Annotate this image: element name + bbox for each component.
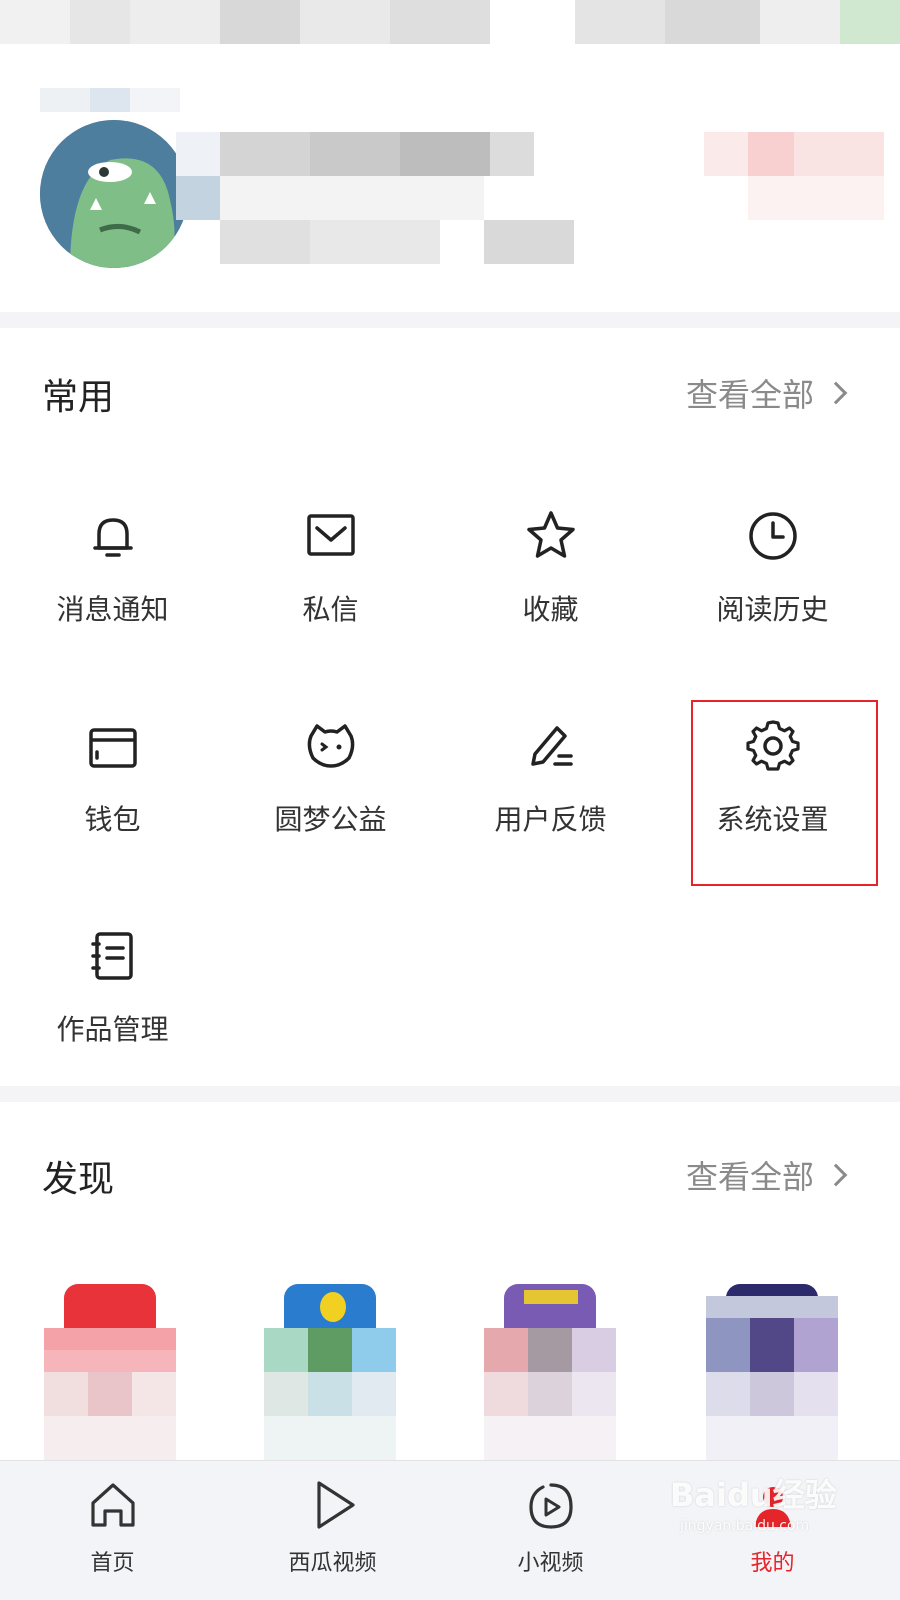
shortcut-history[interactable]: 阅读历史 xyxy=(660,508,885,688)
profile-blur-top xyxy=(40,88,180,112)
avatar[interactable] xyxy=(40,120,188,268)
watermark-url: jingyan.baidu.com xyxy=(680,1518,810,1534)
clock-icon xyxy=(745,508,801,564)
bell-icon xyxy=(85,508,141,564)
shortcut-messages[interactable]: 私信 xyxy=(218,508,443,688)
profile-action-blurred xyxy=(704,132,884,222)
chevron-right-icon xyxy=(824,381,848,405)
shortcut-wallet[interactable]: 钱包 xyxy=(0,718,225,898)
play-icon xyxy=(305,1477,361,1533)
section-divider xyxy=(0,312,900,328)
shortcut-label: 作品管理 xyxy=(56,1013,169,1046)
shortcut-label: 用户反馈 xyxy=(494,803,607,836)
tab-xigua-video[interactable]: 西瓜视频 xyxy=(220,1461,445,1600)
discover-app-4[interactable] xyxy=(706,1284,838,1460)
pencil-icon xyxy=(523,718,579,774)
shortcut-label: 钱包 xyxy=(84,803,141,836)
status-bar xyxy=(0,0,900,44)
tab-short-video[interactable]: 小视频 xyxy=(438,1461,663,1600)
profile-info-blurred xyxy=(176,132,576,268)
discover-app-3[interactable] xyxy=(484,1284,616,1460)
shortcut-works[interactable]: 作品管理 xyxy=(0,928,225,1108)
home-icon xyxy=(85,1477,141,1533)
shortcut-label: 阅读历史 xyxy=(716,593,829,626)
shortcut-feedback[interactable]: 用户反馈 xyxy=(438,718,663,898)
see-all-label: 查看全部 xyxy=(685,1158,814,1196)
see-all-label: 查看全部 xyxy=(685,376,814,414)
see-all-discover[interactable]: 查看全部 xyxy=(685,1152,848,1198)
tab-label: 小视频 xyxy=(517,1551,584,1576)
star-icon xyxy=(523,508,579,564)
shortcut-charity[interactable]: 圆梦公益 xyxy=(218,718,443,898)
shortcut-label: 圆梦公益 xyxy=(274,803,387,836)
tab-label: 西瓜视频 xyxy=(288,1551,377,1576)
shortcut-label: 收藏 xyxy=(522,593,579,626)
envelope-icon xyxy=(303,508,359,564)
notebook-icon xyxy=(85,928,141,984)
short-video-icon xyxy=(523,1477,579,1533)
avatar-monster-icon xyxy=(40,120,188,268)
section-title-common: 常用 xyxy=(42,377,115,418)
profile-header[interactable] xyxy=(0,44,900,314)
tab-label: 首页 xyxy=(90,1551,135,1576)
discover-app-2[interactable] xyxy=(264,1284,396,1460)
discover-app-1[interactable] xyxy=(44,1284,176,1460)
annotation-highlight-box xyxy=(691,700,878,886)
shortcut-favorites[interactable]: 收藏 xyxy=(438,508,663,688)
tab-home[interactable]: 首页 xyxy=(0,1461,225,1600)
shortcut-label: 消息通知 xyxy=(56,593,169,626)
cat-face-icon xyxy=(303,718,359,774)
watermark: Baidu经验 xyxy=(670,1476,837,1514)
shortcut-label: 私信 xyxy=(302,593,359,626)
section-divider xyxy=(0,1086,900,1102)
shortcut-notifications[interactable]: 消息通知 xyxy=(0,508,225,688)
wallet-icon xyxy=(85,718,141,774)
chevron-right-icon xyxy=(824,1163,848,1187)
section-title-discover: 发现 xyxy=(42,1159,115,1200)
see-all-common[interactable]: 查看全部 xyxy=(685,370,848,416)
tab-label: 我的 xyxy=(750,1551,795,1576)
